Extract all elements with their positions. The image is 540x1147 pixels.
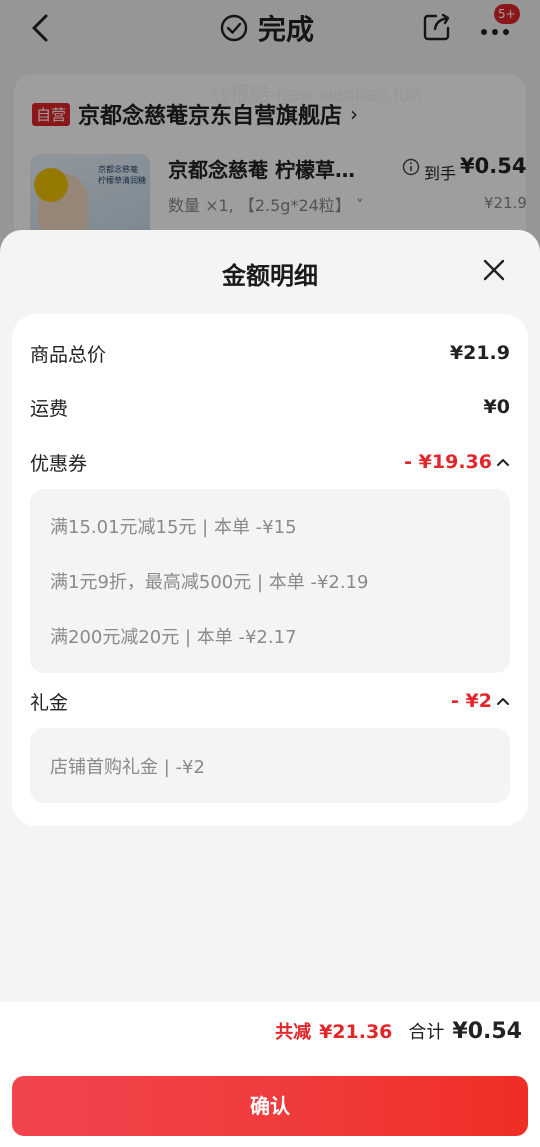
gift-row[interactable]: 礼金 - ¥2 <box>30 686 510 716</box>
gift-value: - ¥2 <box>451 690 492 712</box>
subtotal-row: 商品总价 ¥21.9 <box>30 338 510 368</box>
subtotal-label: 商品总价 <box>30 343 107 366</box>
footer-bar: 共减 ¥21.36 合计 ¥0.54 确认 <box>0 1002 540 1147</box>
gift-item: 店铺首购礼金 | -¥2 <box>50 757 205 778</box>
coupon-label: 优惠券 <box>30 452 88 475</box>
coupon-value: - ¥19.36 <box>404 451 492 473</box>
close-icon[interactable] <box>480 256 508 284</box>
total-discount-value: ¥21.36 <box>319 1021 393 1043</box>
gift-label: 礼金 <box>30 691 69 714</box>
footer-summary: 共减 ¥21.36 合计 ¥0.54 <box>275 1018 522 1044</box>
shipping-row: 运费 ¥0 <box>30 392 510 422</box>
gift-value-wrap[interactable]: - ¥2 <box>451 690 510 712</box>
coupon-item: 满15.01元减15元 | 本单 -¥15 <box>50 517 297 538</box>
coupon-value-wrap[interactable]: - ¥19.36 <box>404 451 510 473</box>
coupon-row[interactable]: 优惠券 - ¥19.36 <box>30 447 510 477</box>
chevron-up-icon <box>497 698 509 705</box>
chevron-up-icon <box>497 459 509 466</box>
gift-detail-box: 店铺首购礼金 | -¥2 <box>30 728 510 803</box>
shipping-label: 运费 <box>30 397 69 420</box>
subtotal-value: ¥21.9 <box>449 342 510 364</box>
sheet-title: 金额明细 <box>222 262 318 290</box>
confirm-button[interactable]: 确认 <box>12 1076 528 1136</box>
total-label: 合计 <box>408 1022 445 1043</box>
dim-overlay[interactable] <box>0 0 540 260</box>
coupon-item: 满200元减20元 | 本单 -¥2.17 <box>50 627 297 648</box>
shipping-value: ¥0 <box>483 396 510 418</box>
coupon-item: 满1元9折，最高减500元 | 本单 -¥2.19 <box>50 572 369 593</box>
amount-detail-sheet: 金额明细 商品总价 ¥21.9 运费 ¥0 优惠券 - ¥19.36 满15.0… <box>0 230 540 1147</box>
total-value: ¥0.54 <box>452 1019 522 1044</box>
coupon-detail-box: 满15.01元减15元 | 本单 -¥15 满1元9折，最高减500元 | 本单… <box>30 489 510 673</box>
total-discount-label: 共减 <box>275 1022 312 1043</box>
detail-card: 商品总价 ¥21.9 运费 ¥0 优惠券 - ¥19.36 满15.01元减15… <box>12 314 528 826</box>
